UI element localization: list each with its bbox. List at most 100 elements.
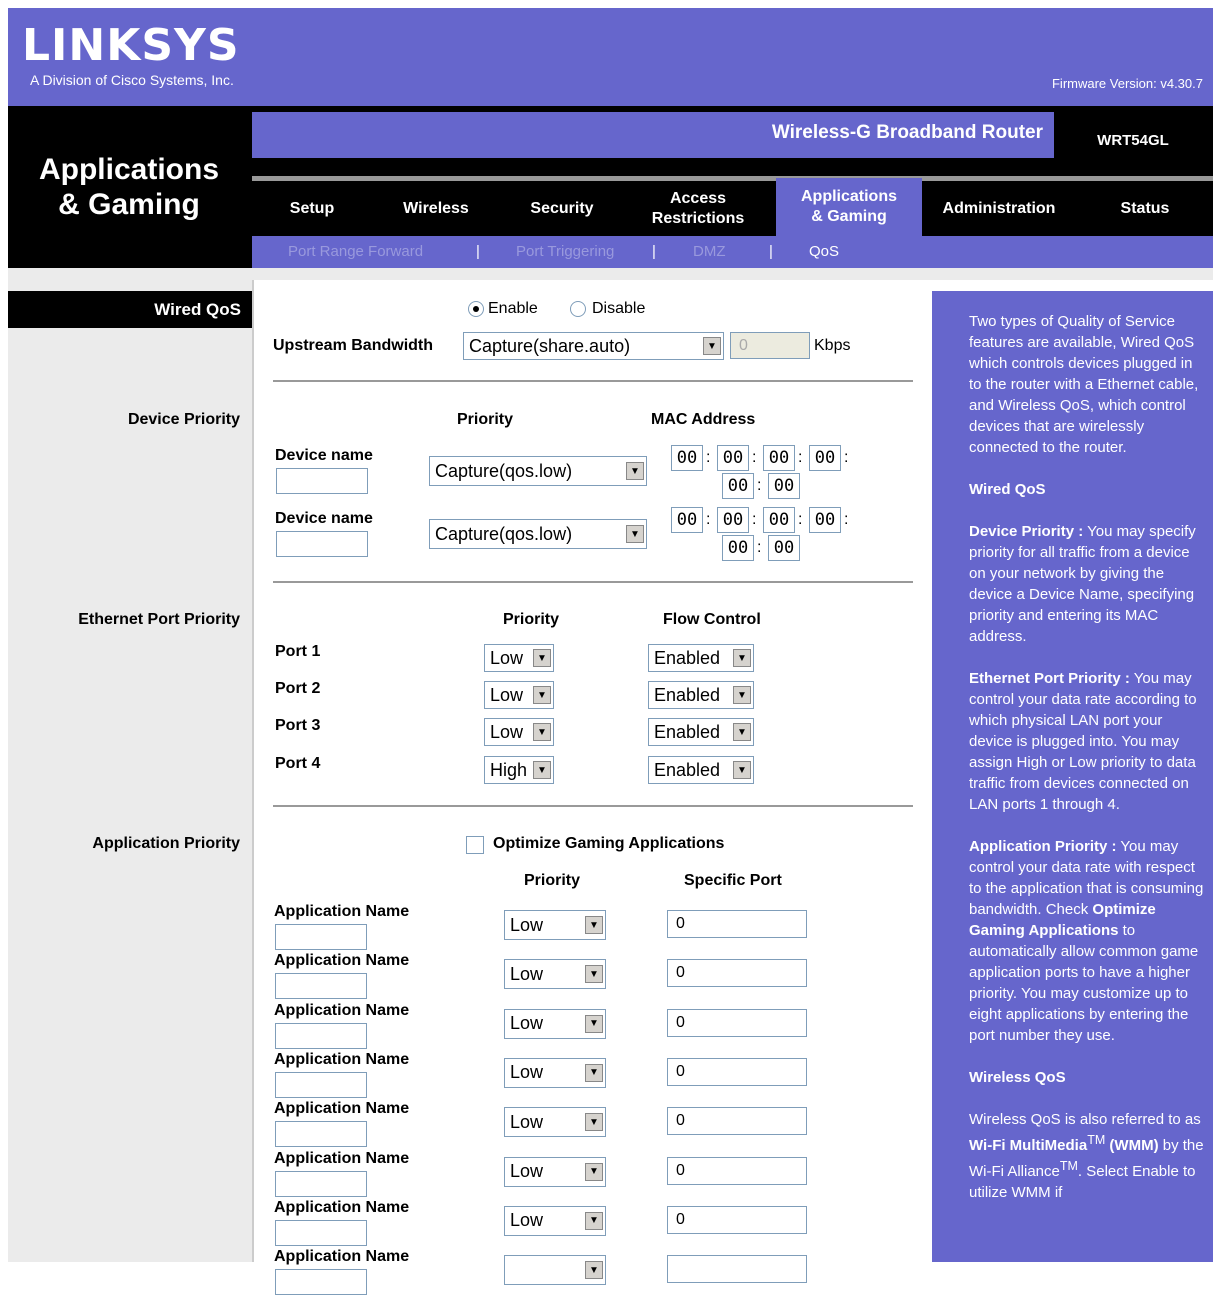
port-priority-value: High [490, 759, 528, 780]
app-priority-select[interactable]: Low ▼ [504, 1156, 606, 1187]
chevron-down-icon: ▼ [626, 462, 644, 480]
colon: : [757, 539, 762, 556]
app-port-input[interactable]: 0 [667, 1008, 807, 1037]
app-priority-select[interactable]: Low ▼ [504, 959, 606, 990]
port-priority-select[interactable]: Low ▼ [484, 644, 554, 672]
tab-security[interactable]: Security [510, 182, 614, 236]
app-port-input[interactable]: 0 [667, 910, 807, 938]
subtab-dmz[interactable]: DMZ [693, 243, 726, 260]
upstream-bandwidth-value: Capture(share.auto) [469, 335, 631, 356]
port-label: Port 1 [275, 643, 321, 660]
device-name-label: Device name [275, 510, 373, 527]
flow-control-select[interactable]: Enabled ▼ [648, 756, 754, 784]
app-name-input[interactable] [275, 1121, 367, 1148]
flow-control-value: Enabled [654, 684, 721, 705]
app-priority-value: Low [510, 1111, 544, 1132]
chevron-down-icon: ▼ [733, 686, 751, 704]
flow-control-select[interactable]: Enabled ▼ [648, 681, 754, 709]
enable-radio[interactable] [468, 301, 484, 317]
subtab-separator: | [652, 243, 656, 260]
help-application-priority: Application Priority : You may control y… [969, 838, 1204, 1044]
tab-status[interactable]: Status [1090, 182, 1200, 236]
port-priority-select[interactable]: Low ▼ [484, 718, 554, 746]
device-name-input[interactable] [276, 531, 368, 557]
app-priority-select[interactable]: Low ▼ [504, 1057, 606, 1088]
chevron-down-icon: ▼ [733, 761, 751, 779]
subtab-port-range-forward[interactable]: Port Range Forward [288, 243, 423, 260]
mac-octet-input[interactable]: 00 [809, 445, 841, 471]
app-priority-select[interactable]: ▼ [504, 1255, 606, 1286]
app-priority-select[interactable]: Low ▼ [504, 1008, 606, 1039]
app-port-input[interactable]: 0 [667, 1156, 807, 1185]
app-name-input[interactable] [275, 1219, 367, 1246]
page-title: Applications & Gaming [8, 152, 250, 222]
app-port-input[interactable]: 0 [667, 1205, 807, 1234]
upstream-kbps-input[interactable]: 0 [730, 332, 810, 359]
colon: : [706, 449, 711, 466]
mac-octet-input[interactable]: 00 [768, 535, 800, 561]
upstream-bandwidth-label: Upstream Bandwidth [273, 337, 434, 354]
app-port-value: 0 [676, 1062, 685, 1080]
app-name-input[interactable] [275, 1022, 367, 1049]
optimize-gaming-checkbox[interactable] [466, 836, 484, 854]
app-name-input[interactable] [275, 973, 367, 1000]
port-priority-select[interactable]: Low ▼ [484, 681, 554, 709]
divider [273, 581, 913, 583]
app-priority-select[interactable]: Low ▼ [504, 1107, 606, 1138]
mac-octet-input[interactable]: 00 [717, 445, 749, 471]
app-priority-select[interactable]: Low ▼ [504, 910, 606, 940]
app-name-input[interactable] [275, 1170, 367, 1197]
colon: : [752, 511, 757, 528]
disable-radio[interactable] [570, 301, 586, 317]
app-priority-select[interactable]: Low ▼ [504, 1205, 606, 1236]
tab-administration[interactable]: Administration [928, 182, 1070, 236]
device-priority-value: Capture(qos.low) [435, 460, 573, 481]
app-name-label: Application Name [274, 1248, 410, 1266]
optimize-gaming-label: Optimize Gaming Applications [493, 835, 725, 852]
device-priority-select[interactable]: Capture(qos.low) ▼ [429, 519, 647, 549]
flow-control-select[interactable]: Enabled ▼ [648, 718, 754, 746]
subtab-qos[interactable]: QoS [809, 243, 839, 260]
port-label: Port 2 [275, 680, 321, 697]
port-label: Port 4 [275, 755, 321, 772]
device-name-input[interactable] [276, 468, 368, 494]
mac-octet-input[interactable]: 00 [763, 507, 795, 533]
app-port-value: 0 [676, 1112, 685, 1130]
app-name-input[interactable] [275, 924, 367, 950]
tab-access-restrictions[interactable]: Access Restrictions [640, 182, 756, 236]
mac-octet-input[interactable]: 00 [809, 507, 841, 533]
app-port-input[interactable]: 0 [667, 1057, 807, 1086]
mac-octet-input[interactable]: 00 [763, 445, 795, 471]
help-device-priority: Device Priority : You may specify priori… [969, 523, 1196, 645]
mac-octet-input[interactable]: 00 [722, 535, 754, 561]
port-priority-value: Low [490, 647, 524, 668]
mac-octet-input[interactable]: 00 [717, 507, 749, 533]
app-port-input[interactable]: 0 [667, 1107, 807, 1136]
app-port-input[interactable] [667, 1255, 807, 1284]
port-priority-select[interactable]: High ▼ [484, 756, 554, 784]
upstream-bandwidth-select[interactable]: Capture(share.auto) ▼ [463, 332, 724, 360]
mac-octet-input[interactable]: 00 [671, 507, 703, 533]
chevron-down-icon: ▼ [626, 525, 644, 543]
ethernet-port-priority-label: Ethernet Port Priority [78, 611, 240, 628]
subtab-port-triggering[interactable]: Port Triggering [516, 243, 614, 260]
help-wired-heading: Wired QoS [969, 481, 1046, 498]
mac-octet-input[interactable]: 00 [768, 473, 800, 499]
kbps-label: Kbps [814, 337, 851, 354]
device-priority-value: Capture(qos.low) [435, 523, 573, 544]
product-name: Wireless-G Broadband Router [771, 122, 1043, 143]
mac-octet-input[interactable]: 00 [671, 445, 703, 471]
app-priority-value: Low [510, 1161, 544, 1181]
flow-control-select[interactable]: Enabled ▼ [648, 644, 754, 672]
tab-applications-gaming[interactable]: Applications & Gaming [776, 178, 922, 236]
device-priority-select[interactable]: Capture(qos.low) ▼ [429, 456, 647, 486]
app-name-input[interactable] [275, 1269, 367, 1295]
app-port-input[interactable]: 0 [667, 959, 807, 988]
mac-octet-input[interactable]: 00 [722, 473, 754, 499]
tab-setup[interactable]: Setup [262, 182, 362, 236]
app-name-label: Application Name [274, 952, 410, 970]
app-name-input[interactable] [275, 1071, 367, 1098]
app-name-label: Application Name [274, 1198, 410, 1216]
chevron-down-icon: ▼ [585, 1211, 603, 1230]
tab-wireless[interactable]: Wireless [386, 182, 486, 236]
